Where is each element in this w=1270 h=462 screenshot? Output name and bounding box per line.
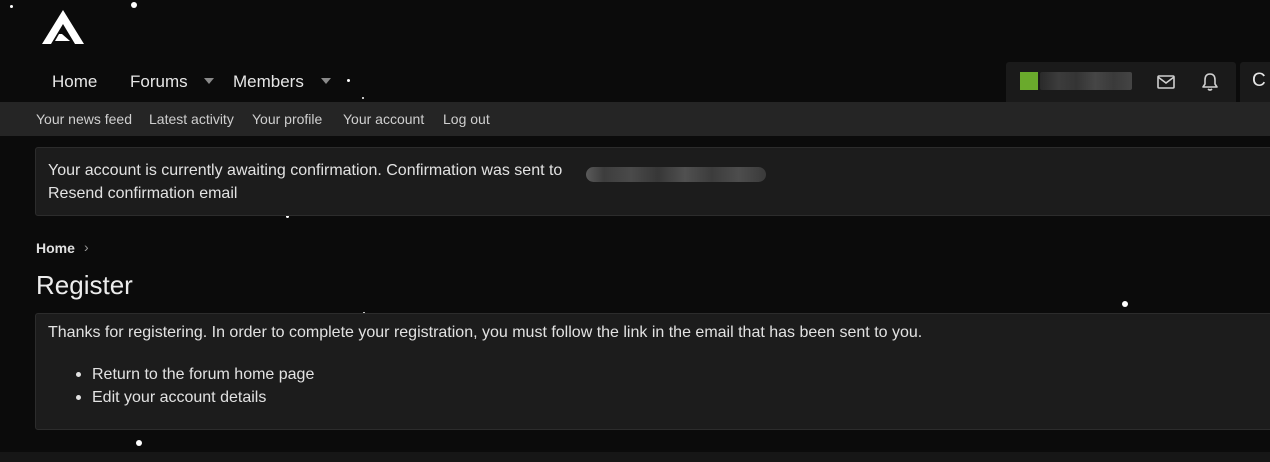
envelope-icon[interactable] <box>1155 71 1177 93</box>
envelope-glyph <box>1157 75 1175 89</box>
nav-forums-label: Forums <box>130 72 188 91</box>
notice-message: Your account is currently awaiting confi… <box>48 162 563 179</box>
confirmation-notice: Your account is currently awaiting confi… <box>35 147 1270 216</box>
bell-icon[interactable] <box>1199 71 1221 93</box>
main-nav: Home Forums Members <box>0 62 1000 102</box>
site-logo[interactable] <box>42 10 86 46</box>
nav-members-label: Members <box>233 72 304 91</box>
subnav-log-out[interactable]: Log out <box>443 102 490 136</box>
footer-edge <box>0 452 1270 462</box>
nav-home-label: Home <box>52 72 98 91</box>
star-decoration <box>136 440 142 446</box>
nav-forums[interactable]: Forums <box>130 62 215 102</box>
edit-account-link[interactable]: Edit your account details <box>74 386 314 409</box>
user-account-box[interactable] <box>1006 62 1236 102</box>
avatar[interactable] <box>1020 72 1038 90</box>
chevron-right-icon: › <box>84 239 89 255</box>
search-button[interactable]: C <box>1240 62 1270 102</box>
bell-glyph <box>1202 73 1218 91</box>
sub-nav: Your news feed Latest activity Your prof… <box>0 102 1270 136</box>
page-title: Register <box>36 270 133 300</box>
username-redacted[interactable] <box>1040 72 1132 90</box>
star-decoration <box>10 5 13 8</box>
redacted-email <box>586 167 766 182</box>
registration-links: Return to the forum home page Edit your … <box>74 363 314 409</box>
subnav-your-profile[interactable]: Your profile <box>252 102 322 136</box>
nav-members[interactable]: Members <box>233 62 331 102</box>
registration-message: Thanks for registering. In order to comp… <box>48 324 923 341</box>
subnav-your-account[interactable]: Your account <box>343 102 424 136</box>
resend-confirmation-link[interactable]: Resend confirmation email <box>48 185 237 203</box>
chevron-down-icon[interactable] <box>204 78 215 84</box>
triangle-logo-icon <box>42 10 84 44</box>
search-icon: C <box>1252 70 1266 91</box>
breadcrumb-home[interactable]: Home <box>36 240 75 256</box>
subnav-latest-activity[interactable]: Latest activity <box>149 102 234 136</box>
registration-message-block: Thanks for registering. In order to comp… <box>35 313 1270 430</box>
star-decoration <box>131 2 137 8</box>
return-home-link[interactable]: Return to the forum home page <box>74 363 314 386</box>
nav-home[interactable]: Home <box>52 62 97 102</box>
star-decoration <box>1122 301 1128 307</box>
subnav-news-feed[interactable]: Your news feed <box>36 102 132 136</box>
chevron-down-icon[interactable] <box>320 78 331 84</box>
